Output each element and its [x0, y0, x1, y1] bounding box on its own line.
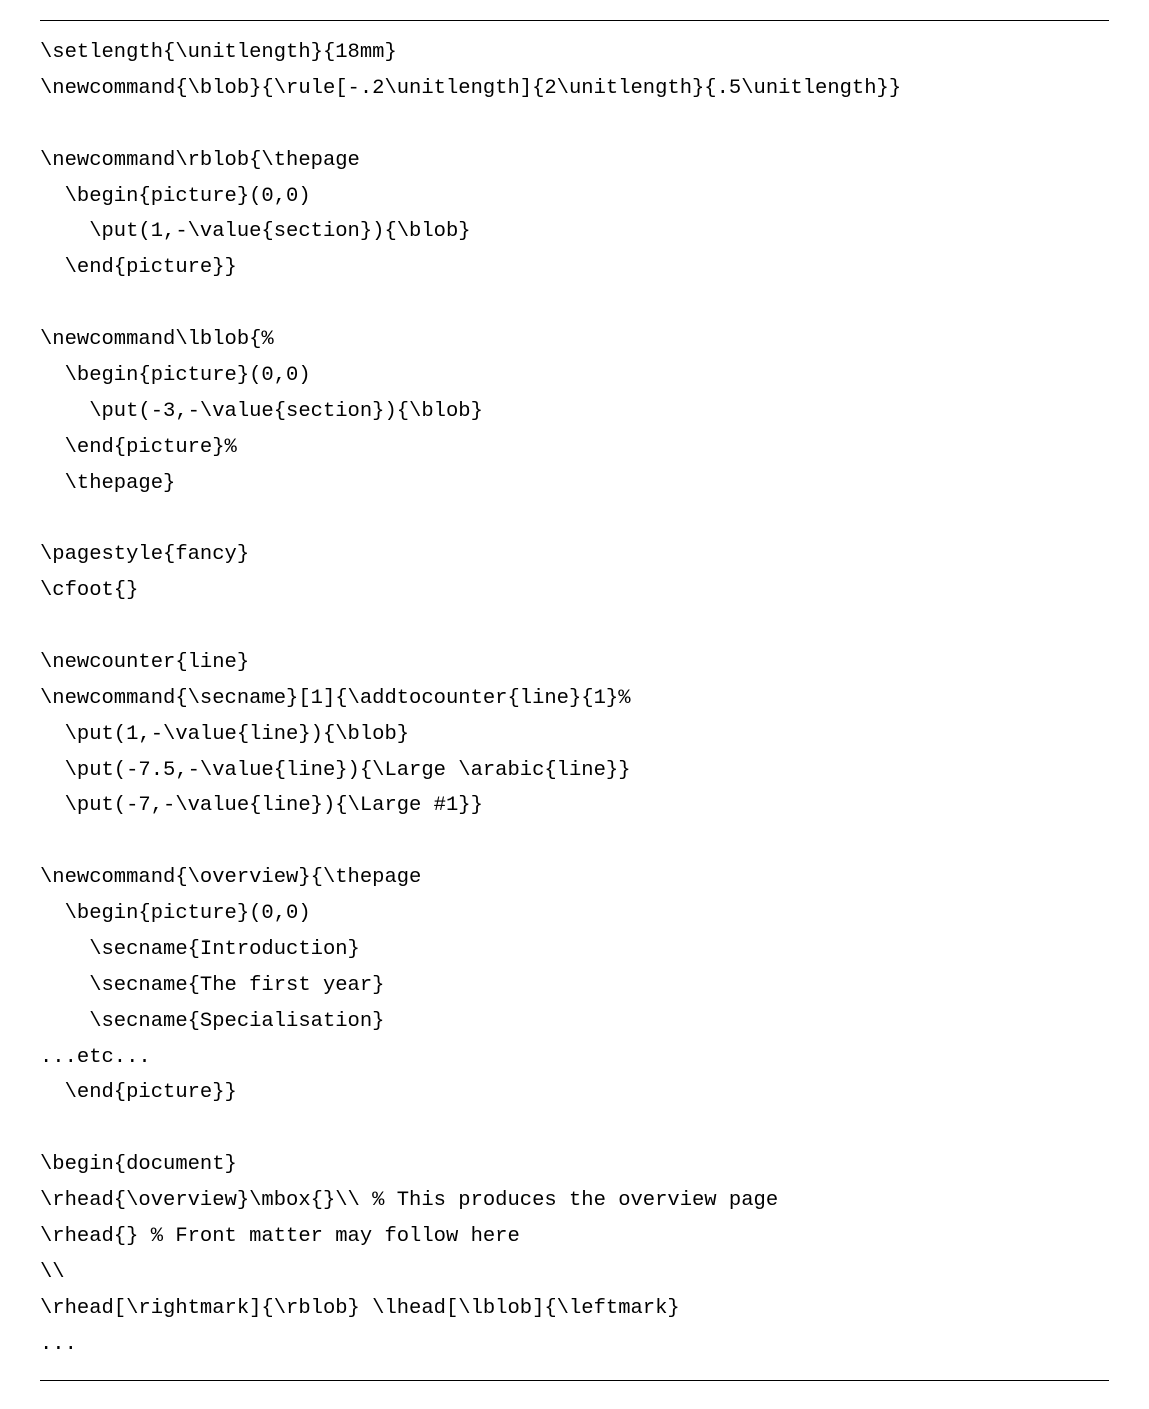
code-line: \rhead[\rightmark]{\rblob} \lhead[\lblob…	[40, 1291, 1109, 1327]
code-line	[40, 824, 1109, 860]
code-line: \end{picture}%	[40, 430, 1109, 466]
code-line: \secname{Introduction}	[40, 932, 1109, 968]
code-line: \secname{The first year}	[40, 968, 1109, 1004]
code-line	[40, 1111, 1109, 1147]
code-line: \newcommand{\secname}[1]{\addtocounter{l…	[40, 681, 1109, 717]
code-line: \put(1,-\value{section}){\blob}	[40, 214, 1109, 250]
code-line: \end{picture}}	[40, 250, 1109, 286]
code-line: \newcounter{line}	[40, 645, 1109, 681]
code-line: \newcommand{\blob}{\rule[-.2\unitlength]…	[40, 71, 1109, 107]
code-line: ...etc...	[40, 1040, 1109, 1076]
code-line: \begin{picture}(0,0)	[40, 896, 1109, 932]
code-line	[40, 501, 1109, 537]
code-line: \end{picture}}	[40, 1075, 1109, 1111]
code-line: \begin{document}	[40, 1147, 1109, 1183]
code-line: \cfoot{}	[40, 573, 1109, 609]
code-line	[40, 286, 1109, 322]
code-line: \\	[40, 1255, 1109, 1291]
code-line: \begin{picture}(0,0)	[40, 179, 1109, 215]
code-line: \rhead{} % Front matter may follow here	[40, 1219, 1109, 1255]
code-line: \thepage}	[40, 466, 1109, 502]
code-line: \put(1,-\value{line}){\blob}	[40, 717, 1109, 753]
code-line: \newcommand\lblob{%	[40, 322, 1109, 358]
code-line: \put(-7.5,-\value{line}){\Large \arabic{…	[40, 753, 1109, 789]
code-line: \newcommand{\overview}{\thepage	[40, 860, 1109, 896]
code-content: \setlength{\unitlength}{18mm}\newcommand…	[40, 35, 1109, 1362]
code-line	[40, 107, 1109, 143]
code-line: \setlength{\unitlength}{18mm}	[40, 35, 1109, 71]
code-line: \put(-7,-\value{line}){\Large #1}}	[40, 788, 1109, 824]
code-line: \newcommand\rblob{\thepage	[40, 143, 1109, 179]
code-line: \pagestyle{fancy}	[40, 537, 1109, 573]
code-line: \secname{Specialisation}	[40, 1004, 1109, 1040]
code-block: \setlength{\unitlength}{18mm}\newcommand…	[40, 20, 1109, 1381]
code-line: \rhead{\overview}\mbox{}\\ % This produc…	[40, 1183, 1109, 1219]
code-line: \put(-3,-\value{section}){\blob}	[40, 394, 1109, 430]
code-line: ...	[40, 1327, 1109, 1363]
code-line: \begin{picture}(0,0)	[40, 358, 1109, 394]
code-line	[40, 609, 1109, 645]
